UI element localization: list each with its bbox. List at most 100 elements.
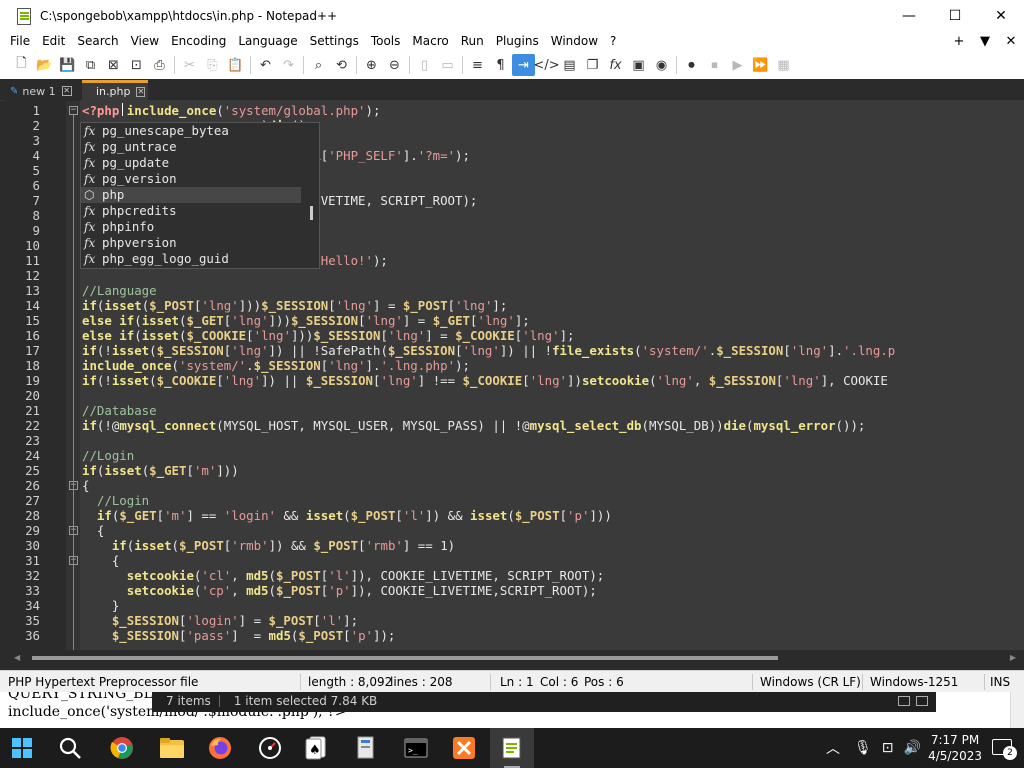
code-line[interactable]: 28 if($_GET['m'] == 'login' && isset($_P…	[0, 508, 1024, 523]
code-line[interactable]: 22 if(!@mysql_connect(MYSQL_HOST, MYSQL_U…	[0, 418, 1024, 433]
search-button[interactable]	[48, 728, 92, 768]
menu-view[interactable]: View	[125, 34, 165, 48]
word-wrap-icon[interactable]: ≡	[466, 54, 489, 76]
sync-horizontal-icon[interactable]: ▭	[436, 54, 459, 76]
stop-macro-icon[interactable]: ⏹	[703, 54, 726, 76]
paste-icon[interactable]: 📋	[224, 54, 247, 76]
taskbar-notepadpp[interactable]	[490, 728, 534, 768]
zoom-out-icon[interactable]: ⊖	[383, 54, 406, 76]
menu-edit[interactable]: Edit	[36, 34, 71, 48]
autocomplete-item[interactable]: fx pg_version	[81, 171, 319, 187]
autocomplete-item[interactable]: fx pg_update	[81, 155, 319, 171]
document-list-icon[interactable]: ❐	[581, 54, 604, 76]
autocomplete-item[interactable]: fx phpcredits	[81, 203, 319, 219]
code-line[interactable]: 35 $_SESSION['login'] = $_POST['l'];	[0, 613, 1024, 628]
function-list-icon[interactable]: fx	[604, 54, 627, 76]
menu-language[interactable]: Language	[232, 34, 303, 48]
tiles-view-icon[interactable]	[916, 696, 928, 706]
code-line[interactable]: 27 //Login	[0, 493, 1024, 508]
code-line[interactable]: 1 <?php include_once('system/global.php')…	[0, 103, 1024, 118]
new-file-icon[interactable]: 🗋	[10, 54, 33, 76]
code-line[interactable]: 12	[0, 268, 1024, 283]
autocomplete-item[interactable]: fx pg_unescape_bytea	[81, 123, 319, 139]
code-line[interactable]: 19 if(!isset($_COOKIE['lng']) || $_SESSIO…	[0, 373, 1024, 388]
code-line[interactable]: 26 {	[0, 478, 1024, 493]
xml-tag-icon[interactable]: </>	[533, 54, 559, 76]
code-line[interactable]: 30 if(isset($_POST['rmb']) && $_POST['rm…	[0, 538, 1024, 553]
zoom-in-icon[interactable]: ⊕	[360, 54, 383, 76]
explorer-view-toggles[interactable]	[898, 696, 928, 706]
tab-in-php[interactable]: in.php ✕	[82, 80, 148, 100]
tray-overflow-chevron-icon[interactable]: ︿	[826, 738, 840, 758]
scroll-left-icon[interactable]: ◀	[14, 653, 20, 662]
menu-settings[interactable]: Settings	[304, 34, 365, 48]
microphone-icon[interactable]: 🎙	[854, 740, 872, 756]
fold-toggle-icon[interactable]: −	[69, 106, 78, 115]
code-line[interactable]: 32 setcookie('cl', md5($_POST['l']), COO…	[0, 568, 1024, 583]
close-tab-icon[interactable]: ✕	[998, 34, 1024, 49]
scroll-thumb[interactable]	[32, 656, 778, 660]
horizontal-scrollbar[interactable]: ◀ ▶	[0, 650, 1024, 666]
autocomplete-item[interactable]: fx phpinfo	[81, 219, 319, 235]
menu-search[interactable]: Search	[71, 34, 124, 48]
code-line[interactable]: 31 {	[0, 553, 1024, 568]
taskbar-chrome[interactable]	[100, 728, 144, 768]
taskbar-terminal[interactable]: >_	[394, 728, 438, 768]
code-line[interactable]: 17 if(!isset($_SESSION['lng']) || !SafePa…	[0, 343, 1024, 358]
taskbar-gauge-app[interactable]	[248, 728, 292, 768]
copy-icon[interactable]: ⎘	[201, 54, 224, 76]
taskbar-xampp[interactable]	[442, 728, 486, 768]
save-all-icon[interactable]: ⧉	[79, 54, 102, 76]
code-line[interactable]: 23	[0, 433, 1024, 448]
details-view-icon[interactable]	[898, 696, 910, 706]
show-all-characters-icon[interactable]: ¶	[489, 54, 512, 76]
start-button[interactable]	[0, 728, 44, 768]
code-line[interactable]: 13 //Language	[0, 283, 1024, 298]
minimize-button[interactable]: —	[886, 0, 932, 31]
status-encoding[interactable]: Windows-1251	[870, 671, 958, 693]
network-icon[interactable]: ⊡	[882, 740, 894, 756]
taskbar-book-app[interactable]	[344, 728, 388, 768]
indent-guide-icon[interactable]: ⇥	[512, 54, 535, 76]
code-line[interactable]: 25 if(isset($_GET['m']))	[0, 463, 1024, 478]
code-line[interactable]: 34 }	[0, 598, 1024, 613]
background-scrollbar[interactable]	[1010, 686, 1024, 728]
taskbar-firefox[interactable]	[198, 728, 242, 768]
document-map-icon[interactable]: ▤	[558, 54, 581, 76]
close-icon[interactable]: ✕	[136, 86, 146, 97]
code-line[interactable]: 36 $_SESSION['pass'] = md5($_POST['p']);	[0, 628, 1024, 643]
status-eol[interactable]: Windows (CR LF)	[760, 671, 861, 693]
replace-icon[interactable]: ⟲	[330, 54, 353, 76]
redo-icon[interactable]: ↷	[277, 54, 300, 76]
notification-center-icon[interactable]: 2	[992, 739, 1017, 760]
code-line[interactable]: 16 else if(isset($_COOKIE['lng']))$_SESSI…	[0, 328, 1024, 343]
undo-icon[interactable]: ↶	[254, 54, 277, 76]
find-icon[interactable]: ⌕	[307, 54, 330, 76]
menu-encoding[interactable]: Encoding	[165, 34, 232, 48]
play-macro-icon[interactable]: ▶	[726, 54, 749, 76]
taskbar-solitaire[interactable]: ♠	[294, 728, 338, 768]
scroll-right-icon[interactable]: ▶	[1010, 653, 1016, 662]
close-button[interactable]: ✕	[978, 0, 1024, 31]
save-macro-icon[interactable]: ▦	[772, 54, 795, 76]
autocomplete-list[interactable]: fx pg_unescape_bytea fx pg_untrace fx pg_upda…	[80, 122, 320, 269]
tab-list-dropdown-icon[interactable]: ▼	[972, 34, 998, 49]
code-line[interactable]: 24 //Login	[0, 448, 1024, 463]
save-icon[interactable]: 💾	[56, 54, 79, 76]
menu-tools[interactable]: Tools	[365, 34, 407, 48]
autocomplete-scrollbar[interactable]	[301, 123, 319, 268]
sync-vertical-icon[interactable]: ▯	[413, 54, 436, 76]
code-line[interactable]: 14 if(isset($_POST['lng']))$_SESSION['lng…	[0, 298, 1024, 313]
code-line[interactable]: 33 setcookie('cp', md5($_POST['p']), COO…	[0, 583, 1024, 598]
autocomplete-item[interactable]: fx pg_untrace	[81, 139, 319, 155]
close-file-icon[interactable]: ⊠	[102, 54, 125, 76]
menu-help[interactable]: ?	[604, 34, 622, 48]
folder-as-workspace-icon[interactable]: ▣	[627, 54, 650, 76]
autocomplete-item[interactable]: ⬡ php	[81, 187, 319, 203]
volume-icon[interactable]: 🔊	[904, 740, 921, 756]
status-insert-mode[interactable]: INS	[990, 671, 1010, 693]
record-macro-icon[interactable]: ⏺	[680, 54, 703, 76]
maximize-button[interactable]: ☐	[932, 0, 978, 31]
menu-window[interactable]: Window	[545, 34, 604, 48]
code-line[interactable]: 18 include_once('system/'.$_SESSION['lng'…	[0, 358, 1024, 373]
